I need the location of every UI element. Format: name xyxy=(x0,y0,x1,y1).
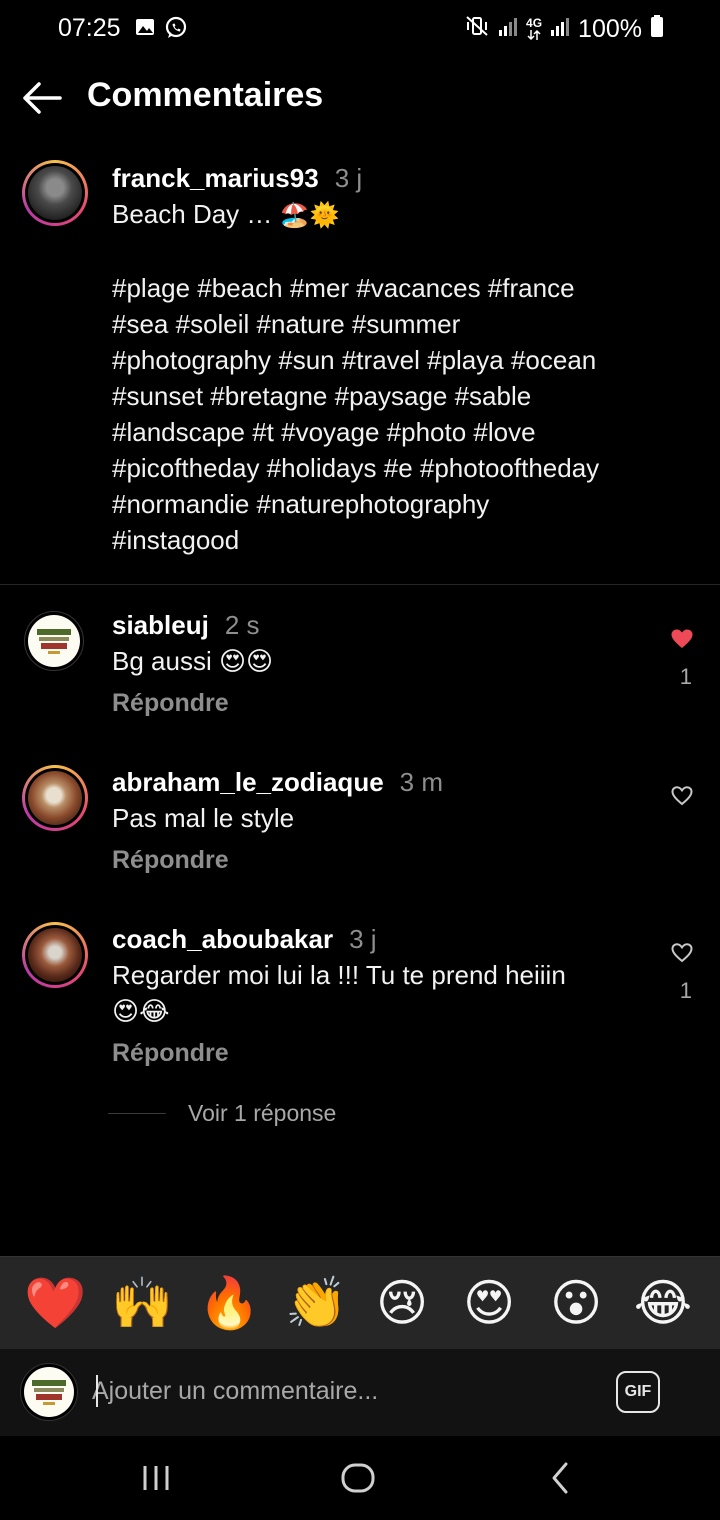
avatar-photo xyxy=(28,166,82,220)
reply-button[interactable]: Répondre xyxy=(112,689,652,718)
comment-composer: GIF xyxy=(0,1348,720,1436)
avatar-photo xyxy=(28,771,82,825)
hashtag-line: #plage #beach #mer #vacances #france xyxy=(112,273,575,303)
avatar-photo xyxy=(28,928,82,982)
hashtag-line: #normandie #naturephotography xyxy=(112,489,490,519)
hashtag-line: #sea #soleil #nature #summer xyxy=(112,309,461,339)
comment-username[interactable]: siableuj xyxy=(112,610,209,640)
emoji-reaction-bar: ❤️ 🙌 🔥 👏 😢 😍 😮 😂 xyxy=(0,1256,720,1348)
caption-text: Beach Day … xyxy=(112,199,273,229)
avatar-poster xyxy=(24,1367,74,1417)
caption-text-line: Beach Day … 🏖️🌞 xyxy=(112,196,692,234)
status-time: 07:25 xyxy=(58,14,121,42)
comment-time: 2 s xyxy=(224,610,260,640)
page-title: Commentaires xyxy=(87,76,324,114)
comment-avatar[interactable] xyxy=(22,922,88,988)
text-caret xyxy=(96,1375,98,1407)
clapping-emoji-button[interactable]: 👏 xyxy=(285,1273,347,1333)
like-count: 1 xyxy=(679,664,692,689)
home-icon[interactable] xyxy=(336,1458,380,1498)
surprised-emoji-button[interactable]: 😮 xyxy=(546,1273,606,1333)
divider xyxy=(0,584,720,585)
whatsapp-icon xyxy=(164,16,188,45)
comment-input[interactable] xyxy=(92,1371,572,1411)
comment-username[interactable]: abraham_le_zodiaque xyxy=(112,767,384,797)
signal-icon xyxy=(498,15,518,44)
vibrate-mute-icon xyxy=(464,14,490,45)
user-avatar xyxy=(20,1363,78,1421)
back-nav-icon[interactable] xyxy=(540,1458,584,1498)
recent-apps-icon[interactable] xyxy=(134,1458,178,1498)
caption-avatar[interactable] xyxy=(22,160,88,226)
comment-text: Pas mal le style xyxy=(112,803,295,833)
battery-icon xyxy=(650,14,664,45)
comment-avatar[interactable] xyxy=(24,611,84,671)
like-count: 1 xyxy=(679,978,692,1003)
back-arrow-icon[interactable] xyxy=(20,78,64,118)
heart-eyes-emoji-button[interactable]: 😍 xyxy=(459,1273,519,1333)
comment-time: 3 j xyxy=(349,924,377,954)
caption: franck_marius93 3 j Beach Day … 🏖️🌞 #plag… xyxy=(112,160,692,558)
avatar-poster xyxy=(28,615,80,667)
fire-emoji-button[interactable]: 🔥 xyxy=(198,1273,260,1333)
hashtag-line: #photography #sun #travel #playa #ocean xyxy=(112,345,597,375)
hashtag-line: #sunset #bretagne #paysage #sable xyxy=(112,381,532,411)
caption-hashtags: #plage #beach #mer #vacances #france #se… xyxy=(112,270,692,558)
hashtag-line: #instagood xyxy=(112,525,240,555)
comment-text: Regarder moi lui la !!! Tu te prend heii… xyxy=(112,960,566,990)
reply-button[interactable]: Répondre xyxy=(112,846,652,875)
hashtag-line: #picoftheday #holidays #e #photooftheday xyxy=(112,453,600,483)
heart-outline-icon[interactable] xyxy=(670,941,694,965)
caption-emojis: 🏖️🌞 xyxy=(279,202,340,229)
network-4g-icon: 4G xyxy=(526,17,542,43)
heart-outline-icon[interactable] xyxy=(670,784,694,808)
system-nav-bar xyxy=(0,1436,720,1520)
comment-text: Bg aussi 😍😍 xyxy=(112,646,274,676)
comment-time: 3 m xyxy=(399,767,443,797)
heart-filled-icon[interactable] xyxy=(670,627,694,651)
header: Commentaires xyxy=(0,58,720,138)
hashtag-line: #landscape #t #voyage #photo #love xyxy=(112,417,536,447)
gallery-icon xyxy=(134,16,156,45)
view-replies-line xyxy=(108,1113,166,1114)
signal-icon-2 xyxy=(550,15,570,44)
view-replies-label: Voir 1 réponse xyxy=(188,1100,337,1126)
crying-emoji-button[interactable]: 😢 xyxy=(372,1273,432,1333)
laughing-emoji-button[interactable]: 😂 xyxy=(633,1273,693,1333)
comment-text-emojis: 😍😂 xyxy=(112,996,170,1026)
comment-avatar[interactable] xyxy=(22,765,88,831)
status-bar: 07:25 4G 100% xyxy=(0,0,720,58)
heart-emoji-button[interactable]: ❤️ xyxy=(24,1273,86,1333)
battery-percent: 100% xyxy=(578,15,642,43)
caption-username[interactable]: franck_marius93 xyxy=(112,163,319,193)
gif-button[interactable]: GIF xyxy=(616,1371,660,1413)
caption-time: 3 j xyxy=(334,163,363,193)
reply-button[interactable]: Répondre xyxy=(112,1039,652,1068)
raising-hands-emoji-button[interactable]: 🙌 xyxy=(111,1273,173,1333)
view-replies-button[interactable]: Voir 1 réponse xyxy=(108,1100,336,1127)
comment-username[interactable]: coach_aboubakar xyxy=(112,924,333,954)
